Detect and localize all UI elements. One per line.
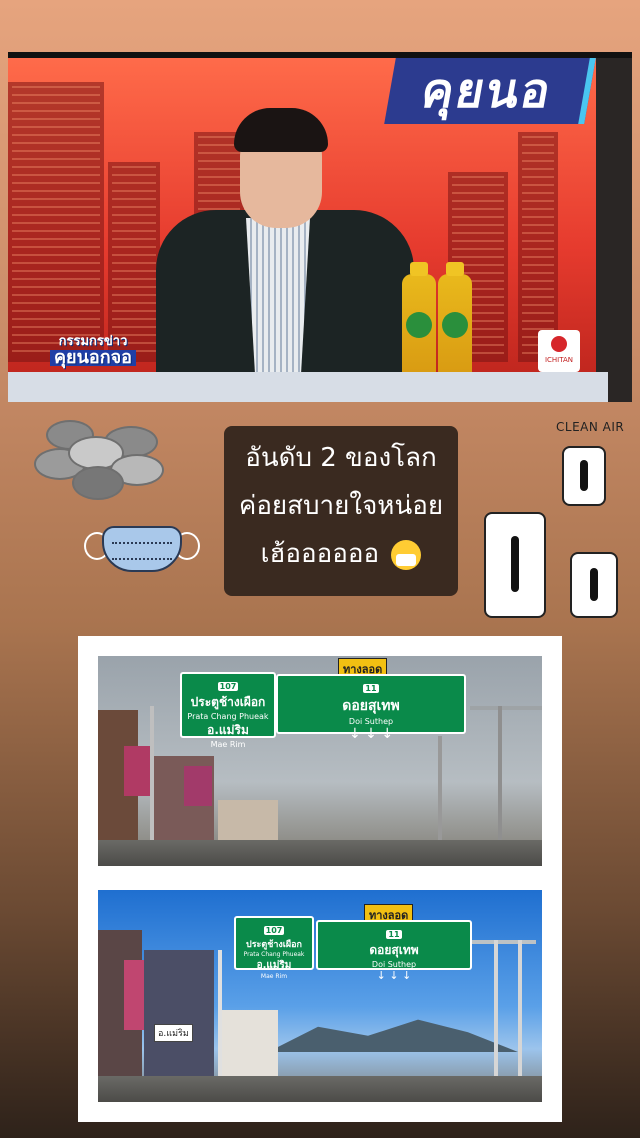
tv-frame-edge xyxy=(596,58,632,402)
sign-gantry xyxy=(470,706,542,710)
road-photo-hazy: ทางลอด 107 ประตูช้างเผือก Prata Chang Ph… xyxy=(98,656,542,866)
sponsor-logo: ICHITAN xyxy=(538,330,580,372)
down-arrows-icon: ↓ ↓ ↓ xyxy=(376,969,412,982)
road-photo-clear: อ.แม่ริม ทางลอด 107 ประตูช้างเผือก Prata… xyxy=(98,890,542,1102)
caption-line2: ค่อยสบายใจหน่อย xyxy=(238,491,444,521)
program-name-line2: คุยนอกจอ xyxy=(50,349,136,367)
caption-line1: อันดับ 2 ของโลก xyxy=(245,443,437,473)
cloud-puff xyxy=(72,466,124,500)
roadside-building xyxy=(144,950,214,1080)
down-arrows-icon: ↓ ↓ ↓ xyxy=(348,726,394,742)
billboard xyxy=(184,766,212,806)
road xyxy=(98,840,542,866)
sign-title-en: Prata Chang Phueak xyxy=(243,951,305,958)
skyscraper xyxy=(8,82,104,362)
billboard xyxy=(124,746,152,796)
sign-dest-en: Mae Rim xyxy=(260,973,288,980)
gantry-pole xyxy=(494,940,498,1090)
direction-sign-right: 11 ดอยสุเทพ Doi Suthep ↓ ↓ ↓ xyxy=(316,920,472,982)
route-number-badge: 11 xyxy=(363,684,379,693)
road xyxy=(98,1076,542,1102)
air-purifier-icon xyxy=(484,512,546,618)
direction-sign-left: 107 ประตูช้างเผือก Prata Chang Phueak อ.… xyxy=(180,672,276,749)
route-number-badge: 107 xyxy=(217,682,239,691)
sign-title-en: Prata Chang Phueak xyxy=(187,712,269,721)
sign-dest-th: อ.แม่ริม xyxy=(207,723,249,737)
sign-title-th: ประตูช้างเผือก xyxy=(246,940,302,950)
drink-bottle xyxy=(402,262,436,378)
bottle-label-icon xyxy=(406,312,432,338)
program-name: กรรมกรข่าว คุยนอกจอ xyxy=(38,334,148,368)
face-mask-icon xyxy=(84,518,200,578)
sign-title-th: ประตูช้างเผือก xyxy=(190,695,266,709)
masked-face-emoji-icon xyxy=(391,539,422,570)
skyscraper xyxy=(518,132,558,362)
clean-air-label: CLEAN AIR xyxy=(556,420,625,434)
air-purifier-icon xyxy=(570,552,618,618)
light-pole xyxy=(438,736,442,856)
news-desk xyxy=(8,372,608,402)
roadside-sign: อ.แม่ริม xyxy=(154,1024,193,1042)
direction-sign-right: 11 ดอยสุเทพ Doi Suthep ↓ ↓ ↓ xyxy=(276,674,466,742)
gantry-pole xyxy=(498,706,502,856)
mask-pad xyxy=(102,526,182,572)
sign-dest-th: อ.แม่ริม xyxy=(256,960,292,971)
sign-pole xyxy=(150,706,154,856)
news-anchor-hair xyxy=(234,108,328,152)
sign-dest-en: Mae Rim xyxy=(210,740,246,749)
drink-bottle xyxy=(438,262,472,378)
story-caption: อันดับ 2 ของโลก ค่อยสบายใจหน่อย เฮ้อออออ… xyxy=(224,426,458,596)
gantry-pole xyxy=(518,940,522,1090)
caption-line3-wrap: เฮ้ออออออ xyxy=(224,530,458,578)
sign-pole xyxy=(218,950,222,1080)
show-logo: คุยนอ xyxy=(384,58,596,124)
sign-title-th: ดอยสุเทพ xyxy=(369,943,419,957)
route-number-badge: 11 xyxy=(386,930,402,939)
sign-title-th: ดอยสุเทพ xyxy=(342,698,400,714)
skyscraper xyxy=(108,162,160,362)
road-photo-card: ทางลอด 107 ประตูช้างเผือก Prata Chang Ph… xyxy=(78,636,562,1122)
route-number-badge: 107 xyxy=(263,926,285,935)
tv-news-screenshot: คุยนอ กรรมกรข่าว คุยนอกจอ ICHITAN xyxy=(8,52,632,402)
caption-line3: เฮ้ออออออ xyxy=(260,539,380,569)
sign-title-en: Doi Suthep xyxy=(371,960,417,969)
sign-title-en: Doi Suthep xyxy=(348,717,394,726)
air-purifier-icon xyxy=(562,446,606,506)
roadside-building xyxy=(218,1010,278,1080)
direction-sign-left: 107 ประตูช้างเผือก Prata Chang Phueak อ.… xyxy=(234,916,314,980)
sign-gantry xyxy=(470,940,536,944)
mountain xyxy=(268,1019,518,1052)
bottle-label-icon xyxy=(442,312,468,338)
